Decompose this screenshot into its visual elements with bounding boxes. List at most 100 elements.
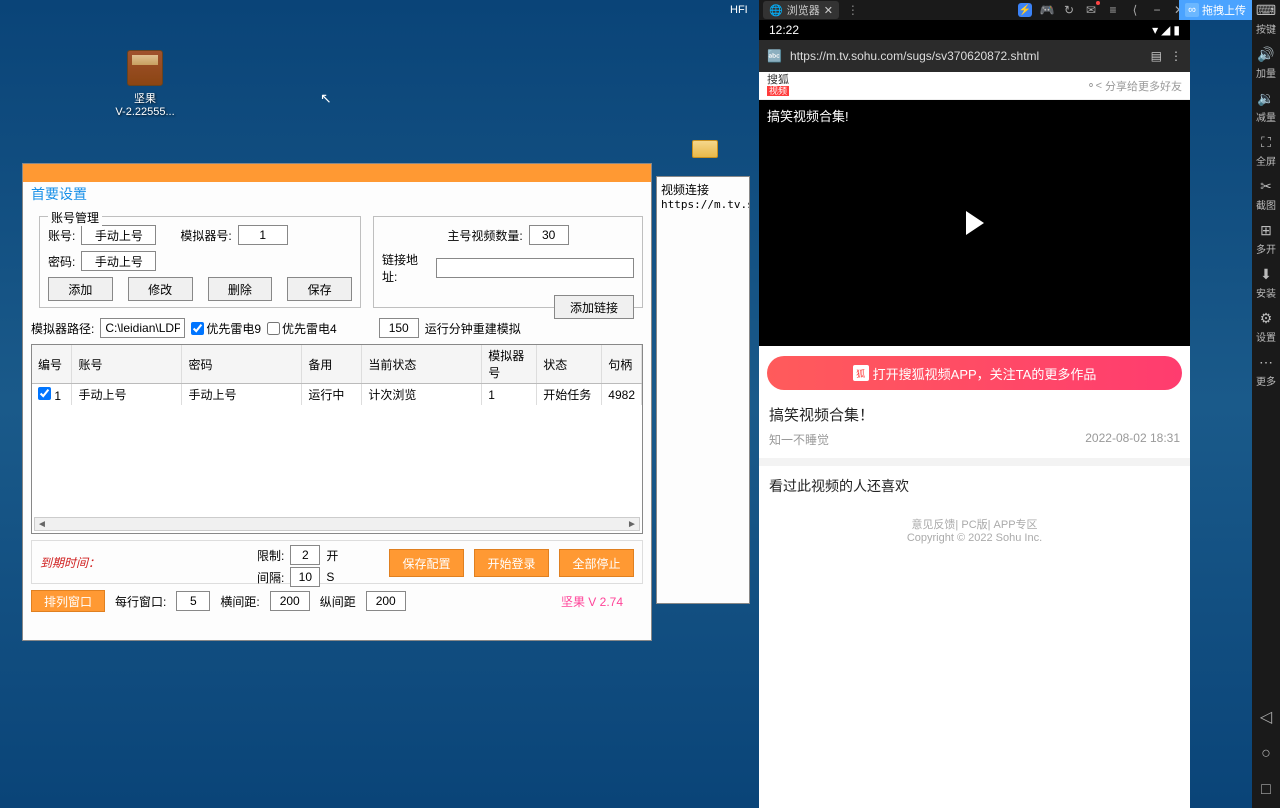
interval-input[interactable] xyxy=(290,567,320,587)
android-nav: ◁ ○ □ xyxy=(1252,698,1280,808)
page-content[interactable]: 搜狐 视频 ⚬< 分享给更多好友 搞笑视频合集! 狐 打开搜狐视频APP，关注T… xyxy=(759,72,1190,808)
browser-addressbar[interactable]: 🔤 https://m.tv.sohu.com/sugs/sv370620872… xyxy=(759,40,1190,72)
nav-recent-icon[interactable]: □ xyxy=(1261,781,1271,799)
h-gap-input[interactable] xyxy=(270,591,310,611)
video-title: 搞笑视频合集！ xyxy=(769,404,1180,425)
url-text[interactable]: https://m.tv.sohu.com/sugs/sv370620872.s… xyxy=(790,49,1143,63)
table-scrollbar[interactable]: ◄► xyxy=(34,517,640,531)
cursor-icon: ↖ xyxy=(320,90,332,107)
add-button[interactable]: 添加 xyxy=(48,277,113,301)
side-window: 视频连接 https://m.tv.sohu. xyxy=(656,176,750,604)
footer-links[interactable]: 意见反馈| PC版| APP专区 xyxy=(769,516,1180,532)
rebuild-minutes-label: 运行分钟重建模拟 xyxy=(425,320,521,337)
menu-icon[interactable]: ≡ xyxy=(1106,3,1120,17)
link-addr-input[interactable] xyxy=(436,258,634,278)
link-addr-label: 链接地址: xyxy=(382,251,430,285)
sidebar-more[interactable]: ⋯更多 xyxy=(1256,354,1276,388)
rebuild-minutes-input[interactable] xyxy=(379,318,419,338)
sidebar-fullscreen[interactable]: ⛶全屏 xyxy=(1256,134,1276,168)
password-label: 密码: xyxy=(48,253,75,270)
mail-icon[interactable]: ✉ xyxy=(1084,3,1098,17)
interval-unit: S xyxy=(326,570,334,584)
tab-label: 浏览器 xyxy=(787,2,820,18)
video-info: 搞笑视频合集！ 知一不睡觉 2022-08-02 18:31 xyxy=(759,400,1190,458)
start-login-button[interactable]: 开始登录 xyxy=(474,549,549,577)
sidebar-install[interactable]: ⬇安装 xyxy=(1256,266,1276,300)
sohu-app-icon: 狐 xyxy=(853,365,869,381)
account-label: 账号: xyxy=(48,227,75,244)
row-checkbox[interactable] xyxy=(38,387,51,400)
open-app-button[interactable]: 狐 打开搜狐视频APP，关注TA的更多作品 xyxy=(767,356,1182,390)
share-button[interactable]: ⚬< 分享给更多好友 xyxy=(1086,78,1182,94)
main-app-window: 首要设置 账号管理 账号: 模拟器号: 密码: 添加 修改 xyxy=(22,163,652,641)
arrange-windows-button[interactable]: 排列窗口 xyxy=(31,590,105,612)
nav-back-icon[interactable]: ◁ xyxy=(1260,707,1272,727)
page-footer: 意见反馈| PC版| APP专区 Copyright © 2022 Sohu I… xyxy=(759,506,1190,554)
icon-sublabel: V-2.22555... xyxy=(115,106,175,118)
site-info-icon[interactable]: 🔤 xyxy=(767,49,782,63)
sidebar-screenshot[interactable]: ✂截图 xyxy=(1256,178,1276,212)
sohu-header: 搜狐 视频 ⚬< 分享给更多好友 xyxy=(759,72,1190,100)
desktop-icon-jianguo[interactable]: 坚果 V-2.22555... xyxy=(115,50,175,118)
sidebar-keys[interactable]: ⌨按键 xyxy=(1256,2,1276,36)
version-label: 坚果 V 2.74 xyxy=(561,593,623,610)
app-icon[interactable]: ⚡ xyxy=(1018,3,1032,17)
priority-leidian9-checkbox[interactable]: 优先雷电9 xyxy=(191,320,261,337)
section-title: 首要设置 xyxy=(31,184,643,204)
tabs-icon[interactable]: ▤ xyxy=(1151,49,1162,63)
stop-all-button[interactable]: 全部停止 xyxy=(559,549,634,577)
sidebar-settings[interactable]: ⚙设置 xyxy=(1256,310,1276,344)
battery-icon: ▮ xyxy=(1173,23,1180,37)
limit-unit: 开 xyxy=(326,547,338,564)
fullscreen-icon: ⛶ xyxy=(1261,134,1271,151)
password-input[interactable] xyxy=(81,251,156,271)
limit-label: 限制: xyxy=(257,547,284,564)
scroll-left-icon: ◄ xyxy=(35,519,49,530)
gamepad-icon[interactable]: 🎮 xyxy=(1040,3,1054,17)
add-link-button[interactable]: 添加链接 xyxy=(554,295,634,319)
phone-statusbar: 12:22 ▾◢▮ xyxy=(759,20,1190,40)
accounts-table[interactable]: 编号 账号 密码 备用 当前状态 模拟器号 状态 句柄 1 手动上号 手动上号 … xyxy=(31,344,643,534)
sidebar-volume-up[interactable]: 🔊加量 xyxy=(1256,46,1276,80)
video-overlay-title: 搞笑视频合集! xyxy=(767,106,849,125)
cloud-upload-button[interactable]: ∞ 拖拽上传 xyxy=(1179,0,1252,20)
tab-menu-icon[interactable]: ⋮ xyxy=(847,3,859,17)
emulator-path-input[interactable] xyxy=(100,318,185,338)
copyright: Copyright © 2022 Sohu Inc. xyxy=(769,532,1180,544)
sohu-logo[interactable]: 搜狐 视频 xyxy=(767,75,789,97)
refresh-icon[interactable]: ↻ xyxy=(1062,3,1076,17)
video-player[interactable]: 搞笑视频合集! xyxy=(759,100,1190,346)
emulator-no-label: 模拟器号: xyxy=(180,227,231,244)
emulator-no-input[interactable] xyxy=(238,225,288,245)
h-gap-label: 横间距: xyxy=(220,593,259,610)
save-config-button[interactable]: 保存配置 xyxy=(389,549,464,577)
priority-leidian4-checkbox[interactable]: 优先雷电4 xyxy=(267,320,337,337)
sidebar-multi[interactable]: ⊞多开 xyxy=(1256,222,1276,256)
delete-button[interactable]: 删除 xyxy=(208,277,273,301)
v-gap-input[interactable] xyxy=(366,591,406,611)
install-icon: ⬇ xyxy=(1260,266,1272,283)
table-row[interactable]: 1 手动上号 手动上号 运行中 计次浏览 1 开始任务 4982 xyxy=(32,384,642,406)
minimize-icon[interactable]: − xyxy=(1150,3,1164,17)
account-input[interactable] xyxy=(81,225,156,245)
modify-button[interactable]: 修改 xyxy=(128,277,193,301)
sidebar-volume-down[interactable]: 🔉减量 xyxy=(1256,90,1276,124)
browser-menu-icon[interactable]: ⋮ xyxy=(1170,49,1182,63)
phone-screen: 12:22 ▾◢▮ 🔤 https://m.tv.sohu.com/sugs/s… xyxy=(759,20,1190,808)
save-button[interactable]: 保存 xyxy=(287,277,352,301)
emulator-titlebar[interactable]: 🌐 浏览器 ✕ ⋮ ⚡ 🎮 ↻ ✉ ≡ ⟨ − ✕ xyxy=(759,0,1190,20)
main-video-count-input[interactable] xyxy=(529,225,569,245)
per-window-label: 每行窗口: xyxy=(115,593,166,610)
back-icon[interactable]: ⟨ xyxy=(1128,3,1142,17)
scroll-right-icon: ► xyxy=(625,519,639,530)
per-window-input[interactable] xyxy=(176,591,210,611)
play-icon[interactable] xyxy=(966,211,984,235)
close-icon[interactable]: ✕ xyxy=(824,4,833,17)
limit-input[interactable] xyxy=(290,545,320,565)
video-author[interactable]: 知一不睡觉 xyxy=(769,431,829,448)
side-title: 视频连接 xyxy=(661,181,745,198)
app-titlebar[interactable] xyxy=(23,164,651,182)
browser-tab[interactable]: 🌐 浏览器 ✕ xyxy=(763,1,839,19)
scissors-icon: ✂ xyxy=(1260,178,1272,195)
nav-home-icon[interactable]: ○ xyxy=(1261,745,1271,763)
